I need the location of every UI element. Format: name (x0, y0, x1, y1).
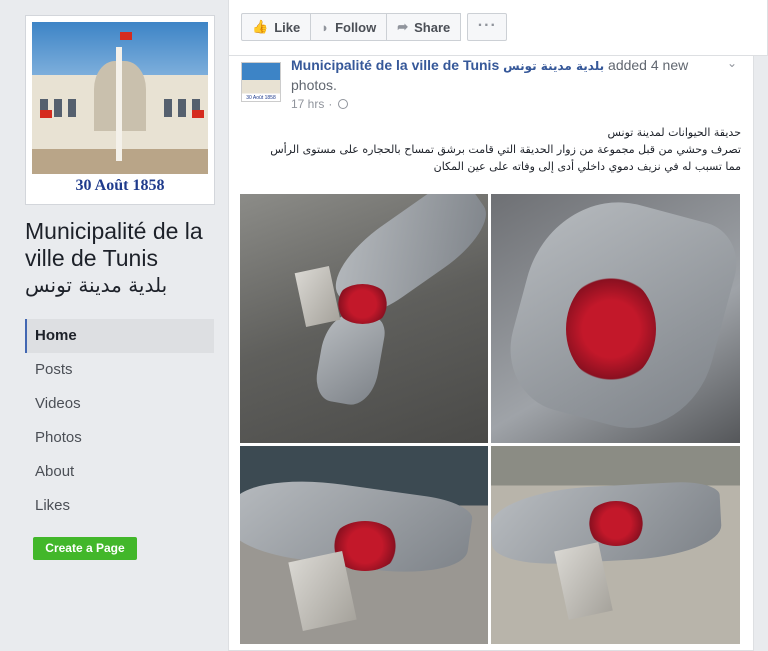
follow-button[interactable]: ◗ Follow (310, 13, 388, 41)
post-meta: 17 hrs · (291, 97, 349, 111)
post-photo-3[interactable] (240, 446, 488, 644)
post-photo-1[interactable] (240, 194, 488, 443)
post-photo-4[interactable] (491, 446, 740, 644)
more-options-button[interactable]: ··· (467, 13, 508, 41)
post-text-line: مما تسبب له في نزيف دموي داخلي أدى إلى و… (433, 160, 741, 173)
rss-icon: ◗ (321, 19, 330, 35)
post-header: Municipalité de la ville de Tunis بلدية … (291, 56, 721, 95)
post-text-line: تصرف وحشي من قبل مجموعة من زوار الحديقة … (270, 143, 741, 156)
post-photo-2[interactable] (491, 194, 740, 443)
share-arrow-icon: ➦ (397, 19, 409, 34)
post-author-arabic[interactable]: بلدية مدينة تونس (503, 59, 604, 73)
page-nav: Home Posts Videos Photos About Likes (25, 319, 214, 523)
share-button[interactable]: ➦ Share (386, 13, 462, 41)
avatar-caption: 30 Août 1858 (246, 95, 276, 101)
nav-item-photos[interactable]: Photos (25, 421, 214, 455)
post-card: 30 Août 1858 Municipalité de la ville de… (228, 56, 754, 651)
post-author-link[interactable]: Municipalité de la ville de Tunis (291, 57, 499, 73)
create-page-button[interactable]: Create a Page (33, 537, 137, 560)
nav-item-posts[interactable]: Posts (25, 353, 214, 387)
post-text-line: حديقة الحيوانات لمدينة تونس (607, 126, 741, 139)
nav-item-home[interactable]: Home (25, 319, 214, 353)
action-buttons: 👍 Like ◗ Follow ➦ Share ··· (241, 13, 508, 41)
post-timestamp[interactable]: 17 hrs (291, 97, 324, 111)
page-title[interactable]: Municipalité de la ville de Tunis بلدية … (25, 218, 220, 299)
share-label: Share (414, 19, 451, 35)
profile-picture-image: 30 Août 1858 (32, 22, 208, 198)
follow-label: Follow (335, 19, 377, 35)
page-title-arabic: بلدية مدينة تونس (25, 273, 168, 297)
cover-caption: 30 Août 1858 (32, 174, 208, 198)
page-action-bar: 👍 Like ◗ Follow ➦ Share ··· (228, 0, 768, 56)
like-button[interactable]: 👍 Like (241, 13, 312, 41)
like-label: Like (274, 19, 301, 35)
nav-item-videos[interactable]: Videos (25, 387, 214, 421)
page-title-latin: Municipalité de la ville de Tunis (25, 218, 203, 271)
post-avatar[interactable]: 30 Août 1858 (241, 62, 281, 102)
thumbs-up-icon: 👍 (252, 19, 269, 34)
left-column: 30 Août 1858 Municipalité de la ville de… (0, 0, 228, 651)
nav-item-likes[interactable]: Likes (25, 489, 214, 523)
globe-icon (338, 99, 349, 109)
post-text: حديقة الحيوانات لمدينة تونس تصرف وحشي من… (241, 124, 741, 175)
nav-item-about[interactable]: About (25, 455, 214, 489)
chevron-down-icon[interactable]: ⌄ (727, 56, 737, 70)
profile-picture[interactable]: 30 Août 1858 (25, 15, 215, 205)
